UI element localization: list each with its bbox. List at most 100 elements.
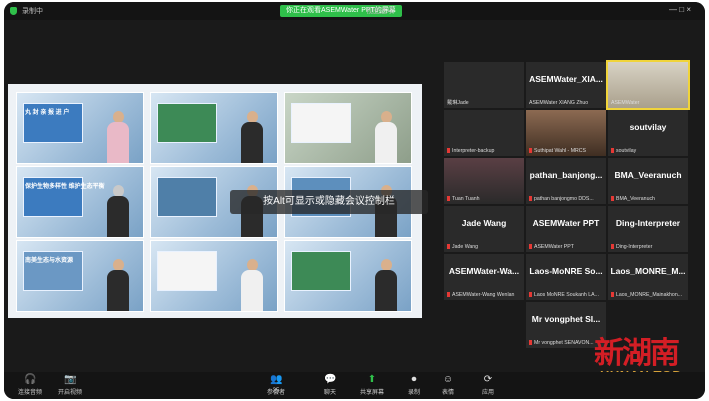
participant-label: Laos_MONRE_Mainakhon... — [611, 292, 686, 298]
participant-tile[interactable]: ASEMWater_XIA... ASEMWater XIANG Zhuo — [526, 62, 606, 108]
participant-name: Jade Wang — [461, 218, 507, 228]
participant-label: ASEMWater XIANG Zhuo — [529, 100, 589, 106]
participant-name: Mr vongphet SI... — [531, 314, 601, 324]
participant-name: ASEMWater-Wa... — [448, 266, 520, 276]
control-bar-hint: 按Alt可显示或隐藏会议控制栏 — [230, 190, 428, 214]
presentation-board — [157, 177, 217, 217]
participant-name: BMA_Veeranuch — [614, 170, 682, 180]
slide-thumbnail — [284, 92, 412, 164]
record-icon: ⏺ — [411, 374, 417, 385]
mic-muted-icon — [611, 244, 614, 250]
participants-button[interactable]: 👥 35 参会者 — [256, 374, 296, 397]
presenter-figure — [373, 111, 399, 163]
reactions-button[interactable]: ☺ 表情 — [428, 374, 468, 397]
participant-label: ASEMWater — [611, 100, 640, 106]
slide-title: 保护生物多样性 维护生态平衡 — [25, 184, 105, 190]
participant-tile[interactable]: 戴琳Jade — [444, 62, 524, 108]
presenter-figure — [373, 259, 399, 311]
participant-label: ASEMWater PPT — [529, 244, 604, 250]
participant-name: Laos-MoNRE So... — [529, 266, 603, 276]
slide-title: 丸 封 亲 报 进 户 — [25, 110, 70, 116]
share-screen-icon: ⬆ — [367, 374, 377, 385]
participant-label: ASEMWater-Wang Wenlan — [447, 292, 522, 298]
smile-icon: ☺ — [442, 374, 454, 385]
participant-tile[interactable]: Laos_MONRE_M... Laos_MONRE_Mainakhon... — [608, 254, 688, 300]
participant-label: Jade Wang — [447, 244, 522, 250]
mic-muted-icon — [611, 148, 614, 154]
participant-tile[interactable]: Interpreter-backup — [444, 110, 524, 156]
participant-label: Suthipat Wahl - MRCS — [529, 148, 604, 154]
camera-off-icon: 📷 — [64, 374, 77, 385]
security-shield-icon[interactable] — [10, 7, 17, 15]
participant-label: pathan banjongmo DDS... — [529, 196, 604, 202]
top-bar: 录制中 你正在观看ASEMWater PPT的屏幕 视图选项 — □ × — [4, 2, 705, 20]
mic-muted-icon — [529, 292, 532, 298]
slide-thumbnail: 保护生物多样性 维护生态平衡 — [16, 166, 144, 238]
participant-tile[interactable]: soutvilay soutvilay — [608, 110, 688, 156]
presentation-board — [291, 103, 351, 143]
presenter-figure — [105, 259, 131, 311]
slide-thumbnail — [284, 240, 412, 312]
mic-muted-icon — [529, 196, 532, 202]
chat-icon: 💬 — [324, 374, 337, 385]
participant-tile[interactable]: Suthipat Wahl - MRCS — [526, 110, 606, 156]
slide-thumbnail — [150, 92, 278, 164]
audio-button[interactable]: 🎧 连接音频 — [10, 374, 50, 397]
slide-thumbnail: 丸 封 亲 报 进 户 — [16, 92, 144, 164]
presentation-board — [157, 103, 217, 143]
participant-label: Ding-Interpreter — [611, 244, 686, 250]
meeting-window: 录制中 你正在观看ASEMWater PPT的屏幕 视图选项 — □ × 丸 封… — [4, 2, 705, 399]
presenter-figure — [239, 111, 265, 163]
mic-muted-icon — [447, 196, 450, 202]
mic-muted-icon — [611, 196, 614, 202]
participant-name: Laos_MONRE_M... — [610, 266, 686, 276]
participant-tile[interactable]: pathan_banjong... pathan banjongmo DDS..… — [526, 158, 606, 204]
chat-button[interactable]: 💬 聊天 — [310, 374, 350, 397]
participant-label: BMA_Veeranuch — [611, 196, 686, 202]
presenter-figure — [105, 185, 131, 237]
participant-label: Laos MoNRE Soukanh LA... — [529, 292, 604, 298]
slide-thumbnail — [150, 240, 278, 312]
participant-name: pathan_banjong... — [529, 170, 603, 180]
mic-muted-icon — [447, 292, 450, 298]
participant-tile[interactable]: Tuan Tuanh — [444, 158, 524, 204]
participant-tile[interactable]: Laos-MoNRE So... Laos MoNRE Soukanh LA..… — [526, 254, 606, 300]
participant-name: ASEMWater_XIA... — [529, 74, 603, 84]
slide-title: 南美生态与水资源 — [25, 258, 74, 264]
participant-label: soutvilay — [611, 148, 686, 154]
participants-icon: 👥 35 — [270, 374, 283, 395]
apps-button[interactable]: ⟳ 应用 — [468, 374, 508, 397]
participant-tile[interactable]: ASEMWater-Wa... ASEMWater-Wang Wenlan — [444, 254, 524, 300]
mic-muted-icon — [529, 340, 532, 346]
headphones-icon: 🎧 — [24, 374, 37, 385]
video-button[interactable]: 📷 开启视频 — [50, 374, 90, 397]
window-controls[interactable]: — □ × — [669, 5, 691, 14]
participant-name: ASEMWater PPT — [532, 218, 600, 228]
participant-label: Interpreter-backup — [447, 148, 522, 154]
participant-name: soutvilay — [629, 122, 667, 132]
presentation-board — [157, 251, 217, 291]
participant-name: Ding-Interpreter — [615, 218, 681, 228]
participant-tile[interactable]: Ding-Interpreter Ding-Interpreter — [608, 206, 688, 252]
presenter-figure — [239, 259, 265, 311]
presentation-board — [291, 251, 351, 291]
meeting-control-bar: 🎧 连接音频 📷 开启视频 👥 35 参会者 💬 聊天 ⬆ 共享屏幕 ⏺ 录制 … — [4, 372, 705, 399]
recording-status: 录制中 — [22, 8, 43, 15]
participant-tile-active-speaker[interactable]: ASEMWater — [606, 60, 690, 110]
apps-icon: ⟳ — [483, 374, 493, 385]
presenter-figure — [105, 111, 131, 163]
participant-label: 戴琳Jade — [447, 100, 469, 106]
participant-tile[interactable]: Jade Wang Jade Wang — [444, 206, 524, 252]
participant-label: Tuan Tuanh — [447, 196, 522, 202]
mic-muted-icon — [447, 244, 450, 250]
view-options-button[interactable]: 视图选项 — [366, 6, 394, 16]
participant-tile[interactable]: ASEMWater PPT ASEMWater PPT — [526, 206, 606, 252]
mic-muted-icon — [529, 244, 532, 250]
mic-muted-icon — [611, 292, 614, 298]
mic-muted-icon — [529, 148, 532, 154]
participant-tile[interactable]: BMA_Veeranuch BMA_Veeranuch — [608, 158, 688, 204]
share-screen-button[interactable]: ⬆ 共享屏幕 — [352, 374, 392, 397]
watermark-cn: 新湖南 — [594, 336, 680, 371]
mic-muted-icon — [447, 148, 450, 154]
slide-thumbnail: 南美生态与水资源 — [16, 240, 144, 312]
